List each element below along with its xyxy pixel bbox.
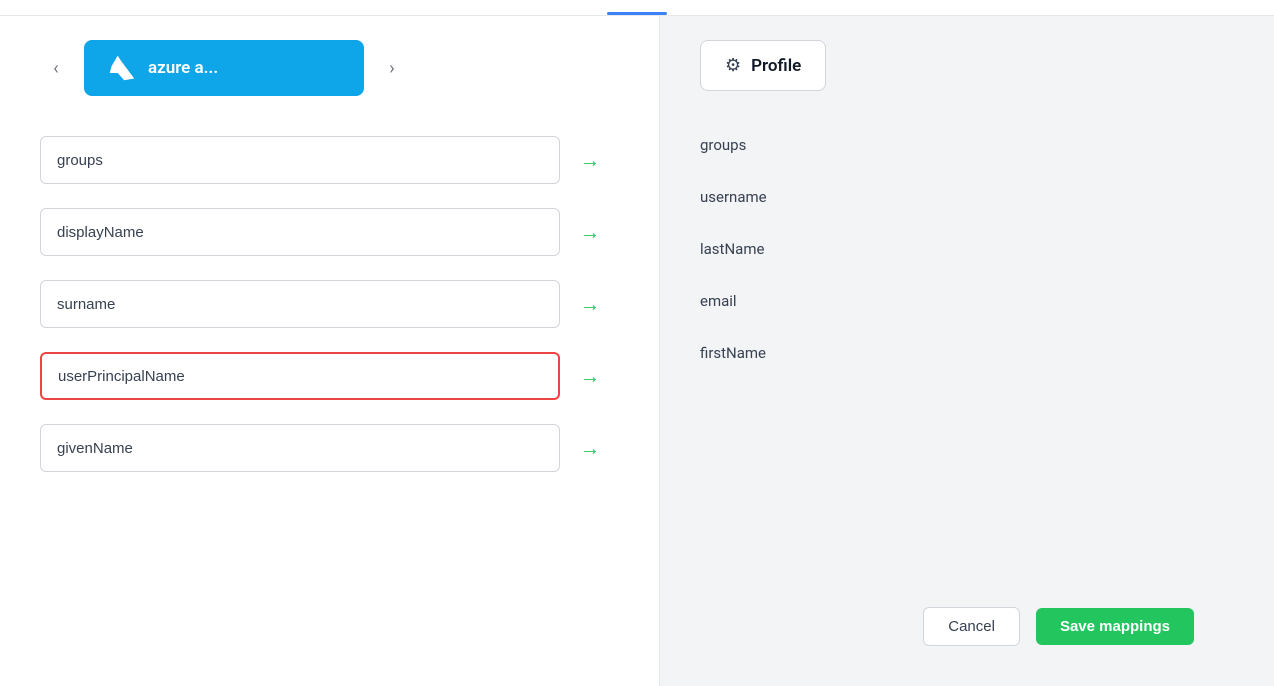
- azure-logo-icon: [108, 54, 136, 82]
- mapping-row: →: [40, 268, 619, 340]
- mapping-rows: → → → → →: [40, 124, 619, 484]
- field-input-groups[interactable]: [40, 136, 560, 184]
- target-row: firstName: [700, 327, 1234, 379]
- field-input-userprincipalname[interactable]: [40, 352, 560, 400]
- mapping-row: →: [40, 124, 619, 196]
- profile-button[interactable]: ⚙ Profile: [700, 40, 826, 91]
- azure-source-button[interactable]: azure a...: [84, 40, 364, 96]
- chevron-right-icon: ›: [389, 58, 394, 79]
- target-field-username: username: [700, 188, 767, 206]
- source-header-row: ‹ azure a... ›: [40, 40, 619, 96]
- main-content: ‹ azure a... ›: [0, 16, 1274, 686]
- nav-right-button[interactable]: ›: [376, 52, 408, 84]
- target-field-firstname: firstName: [700, 344, 766, 362]
- mapping-row: →: [40, 196, 619, 268]
- bottom-action-bar: Cancel Save mappings: [700, 591, 1234, 662]
- field-input-surname[interactable]: [40, 280, 560, 328]
- left-panel: ‹ azure a... ›: [0, 16, 660, 686]
- gear-icon: ⚙: [725, 55, 741, 76]
- save-mappings-button[interactable]: Save mappings: [1036, 608, 1194, 645]
- profile-label: Profile: [751, 56, 801, 76]
- azure-button-label: azure a...: [148, 58, 218, 78]
- arrow-icon: →: [580, 220, 600, 245]
- target-fields: groups username lastName email firstName: [700, 119, 1234, 379]
- right-column: ⚙ Profile groups username lastName: [700, 40, 1234, 662]
- cancel-button[interactable]: Cancel: [923, 607, 1020, 646]
- chevron-left-icon: ‹: [53, 58, 58, 79]
- field-input-displayname[interactable]: [40, 208, 560, 256]
- target-field-email: email: [700, 292, 737, 310]
- mapping-row: →: [40, 412, 619, 484]
- arrow-icon: →: [580, 436, 600, 461]
- target-row: email: [700, 275, 1234, 327]
- target-field-groups: groups: [700, 136, 746, 154]
- nav-left-button[interactable]: ‹: [40, 52, 72, 84]
- tab-indicator: [607, 12, 667, 15]
- target-row: lastName: [700, 223, 1234, 275]
- arrow-icon: →: [580, 292, 600, 317]
- target-row: username: [700, 171, 1234, 223]
- arrow-icon: →: [580, 364, 600, 389]
- field-input-givenname[interactable]: [40, 424, 560, 472]
- mapping-row-highlighted: →: [40, 340, 619, 412]
- arrow-icon: →: [580, 148, 600, 173]
- page-wrapper: ‹ azure a... ›: [0, 0, 1274, 686]
- target-field-lastname: lastName: [700, 240, 764, 258]
- top-tab-bar: [0, 0, 1274, 16]
- target-row: groups: [700, 119, 1234, 171]
- right-panel: ⚙ Profile groups username lastName: [660, 16, 1274, 686]
